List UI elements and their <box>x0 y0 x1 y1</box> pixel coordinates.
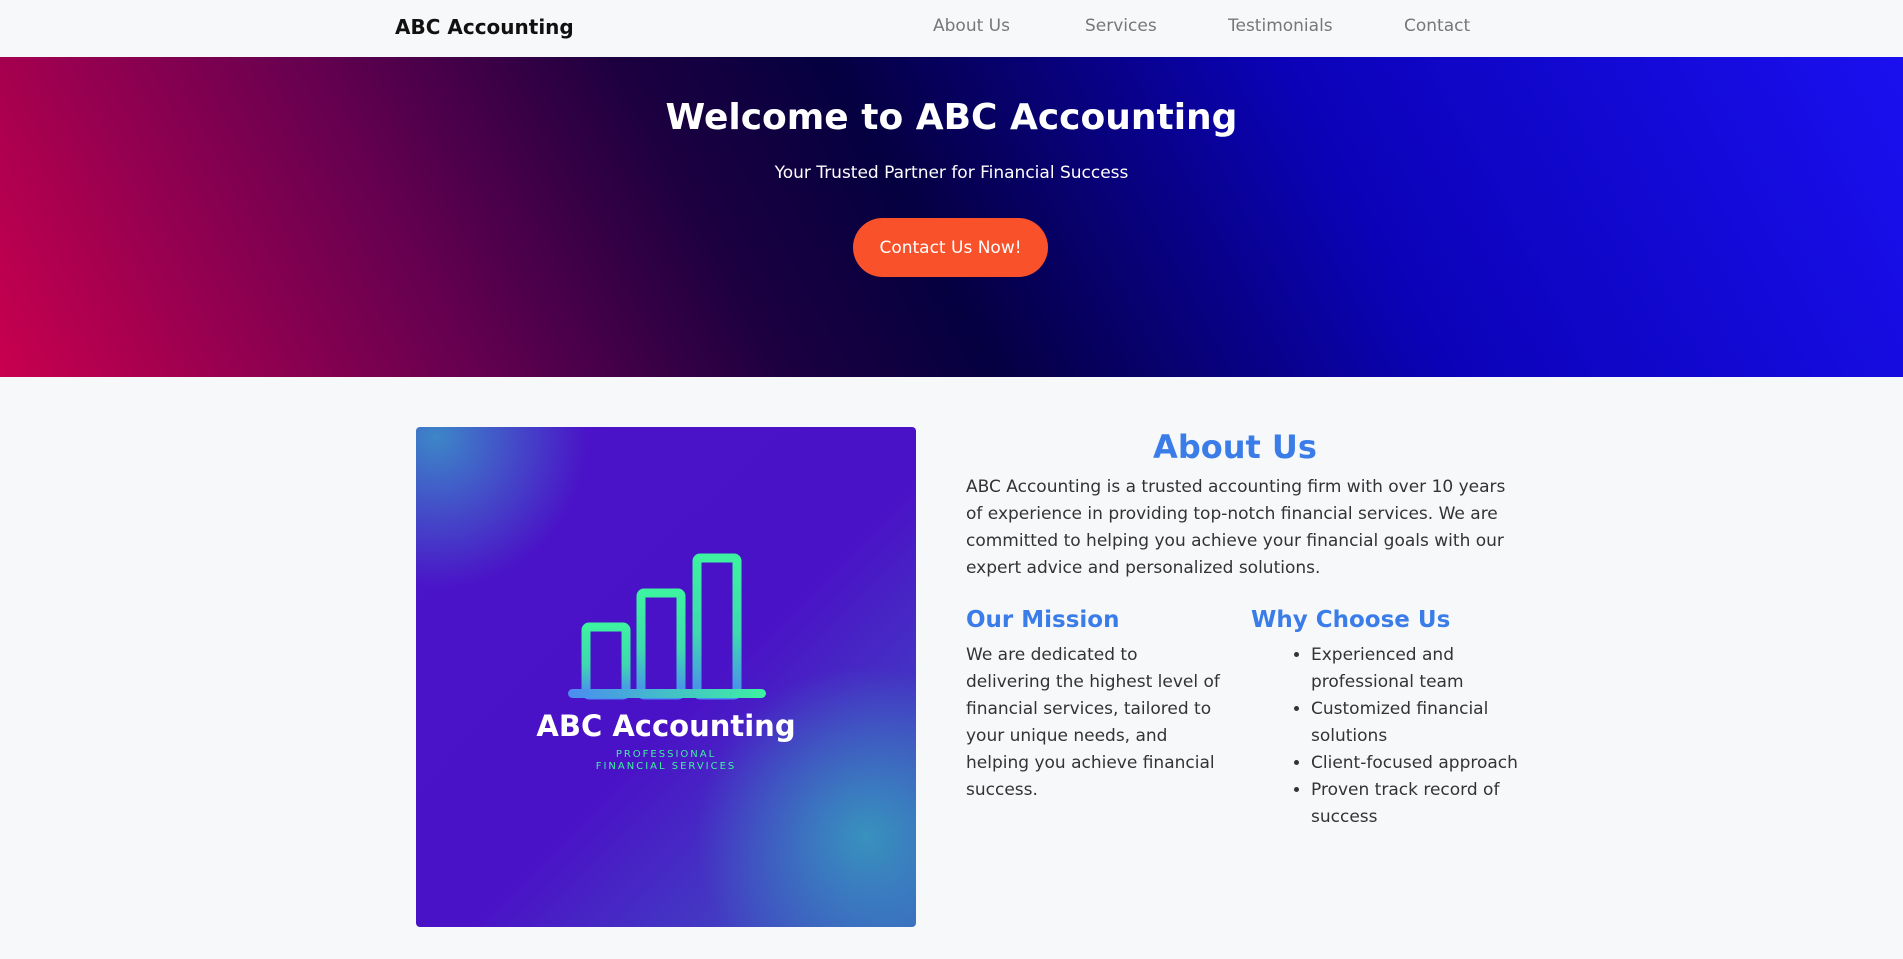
hero-subtitle: Your Trusted Partner for Financial Succe… <box>774 163 1129 183</box>
logo-name: ABC Accounting <box>536 709 795 743</box>
why-choose-us-list: Experienced and professional team Custom… <box>1311 642 1521 831</box>
contact-us-button[interactable]: Contact Us Now! <box>853 218 1048 277</box>
company-logo-image: ABC Accounting PROFESSIONAL FINANCIAL SE… <box>416 427 916 927</box>
bar-chart-icon: ABC Accounting PROFESSIONAL FINANCIAL SE… <box>536 553 796 772</box>
hero-banner: Welcome to ABC Accounting Your Trusted P… <box>0 57 1903 377</box>
nav-link-about-us[interactable]: About Us <box>933 16 1010 36</box>
about-us-heading: About Us <box>1153 428 1317 466</box>
our-mission-heading: Our Mission <box>966 607 1120 633</box>
nav-link-testimonials[interactable]: Testimonials <box>1228 16 1333 36</box>
hero-title: Welcome to ABC Accounting <box>665 97 1238 138</box>
navbar: ABC Accounting About Us Services Testimo… <box>0 0 1903 57</box>
list-item: Client-focused approach <box>1311 750 1521 777</box>
brand-link[interactable]: ABC Accounting <box>395 15 574 39</box>
our-mission-paragraph: We are dedicated to delivering the highe… <box>966 645 1220 800</box>
list-item: Proven track record of success <box>1311 777 1521 831</box>
about-us-paragraph: ABC Accounting is a trusted accounting f… <box>966 477 1506 578</box>
list-item: Experienced and professional team <box>1311 642 1521 696</box>
why-choose-us-heading: Why Choose Us <box>1251 607 1451 633</box>
nav-link-services[interactable]: Services <box>1085 16 1157 36</box>
logo-tagline-line2: FINANCIAL SERVICES <box>596 761 737 772</box>
list-item: Customized financial solutions <box>1311 696 1521 750</box>
nav-link-contact[interactable]: Contact <box>1404 16 1470 36</box>
logo-tagline-line1: PROFESSIONAL <box>616 749 716 760</box>
